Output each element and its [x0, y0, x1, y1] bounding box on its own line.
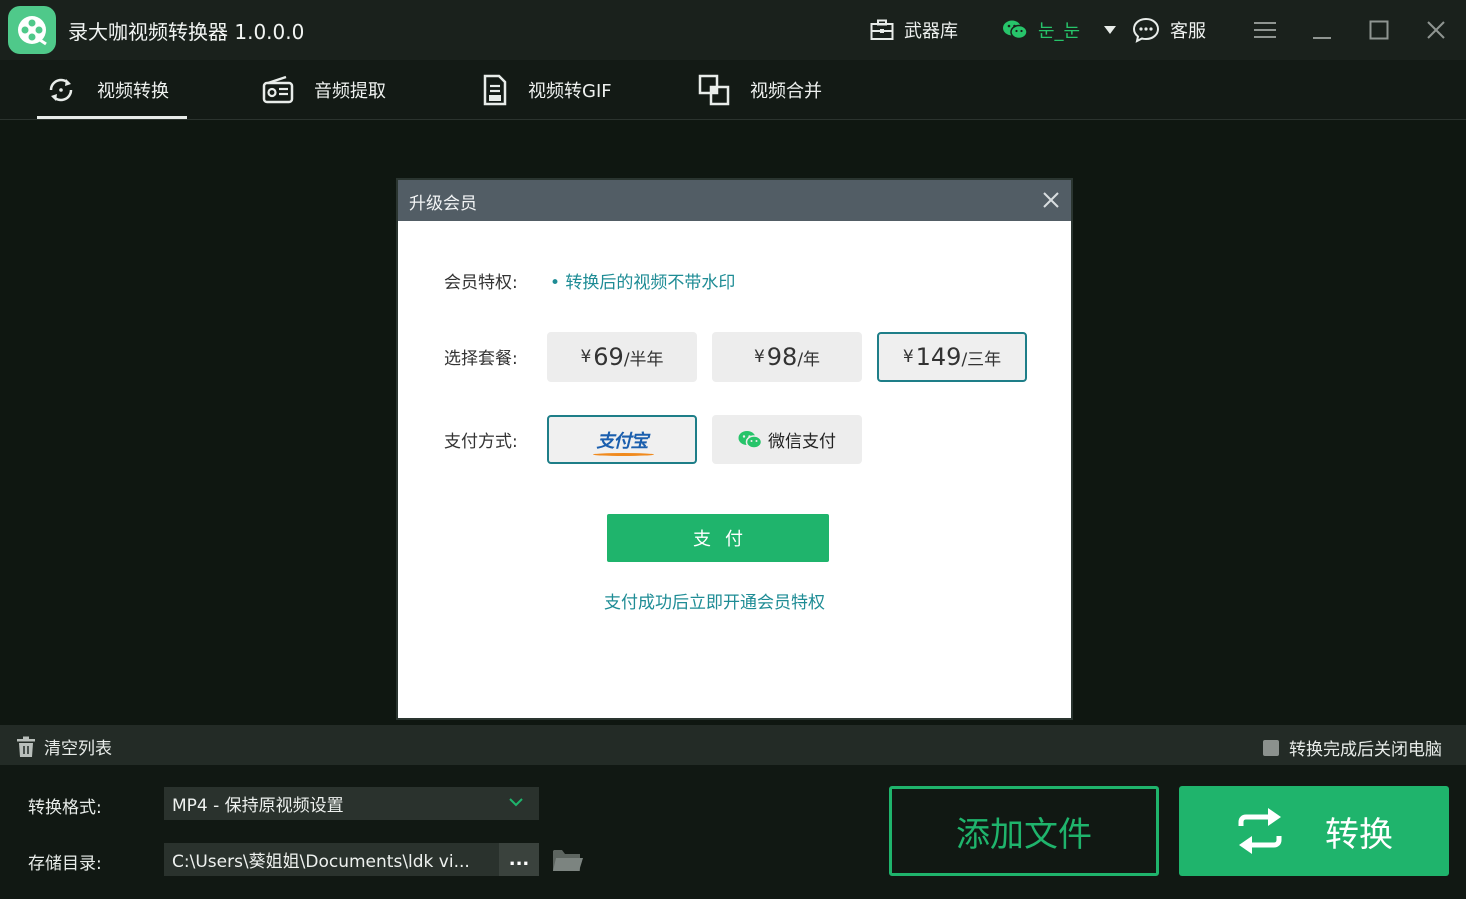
- maximize-icon: [1369, 20, 1389, 40]
- upgrade-dialog: 升级会员 会员特权: • 转换后的视频不带水印 选择套餐: ¥ 69 /半年 ¥…: [396, 178, 1073, 720]
- armory-button[interactable]: 武器库: [870, 16, 958, 44]
- payment-label-text: 微信支付: [768, 432, 836, 452]
- clear-list-button[interactable]: 清空列表: [16, 734, 112, 759]
- bottom-panel: 转换格式: MP4 - 保持原视频设置 存储目录: C:\Users\葵姐姐\D…: [0, 765, 1466, 899]
- directory-value: C:\Users\葵姐姐\Documents\ldk vi...: [172, 852, 470, 872]
- toolbox-icon: [870, 19, 894, 40]
- dialog-header: 升级会员: [398, 180, 1071, 221]
- username: 눈_눈: [1038, 21, 1081, 42]
- directory-input[interactable]: C:\Users\葵姐姐\Documents\ldk vi...: [164, 843, 499, 876]
- payment-alipay[interactable]: 支付宝: [547, 415, 697, 464]
- dialog-close-button[interactable]: [1041, 190, 1061, 210]
- plan-option-half-year[interactable]: ¥ 69 /半年: [547, 332, 697, 382]
- privilege-label: 会员特权:: [444, 273, 518, 293]
- chevron-down-icon: [509, 798, 523, 807]
- payment-label: 支付方式:: [444, 432, 518, 452]
- tab-audio-extract[interactable]: 音频提取: [262, 60, 386, 119]
- plan-price: 98: [766, 343, 798, 371]
- format-select[interactable]: MP4 - 保持原视频设置: [164, 787, 539, 820]
- open-folder-button[interactable]: [552, 847, 584, 877]
- plan-label: 选择套餐:: [444, 349, 518, 369]
- convert-button[interactable]: 转换: [1179, 786, 1449, 876]
- tab-video-convert[interactable]: 视频转换: [37, 60, 187, 119]
- currency-symbol: ¥: [902, 347, 914, 367]
- currency-symbol: ¥: [753, 347, 765, 367]
- plan-option-one-year[interactable]: ¥ 98 /年: [712, 332, 862, 382]
- radio-icon: [262, 75, 294, 103]
- wechat-icon: [1003, 20, 1028, 40]
- clear-list-label: 清空列表: [44, 739, 112, 759]
- plan-price: 149: [915, 343, 962, 371]
- plan-unit: /三年: [961, 349, 1002, 370]
- merge-icon: [698, 74, 730, 105]
- customer-service-button[interactable]: 客服: [1132, 16, 1206, 44]
- close-icon: [1427, 21, 1445, 39]
- list-toolbar: 清空列表 转换完成后关闭电脑: [0, 725, 1466, 765]
- format-value: MP4 - 保持原视频设置: [172, 796, 344, 816]
- title-bar: 录大咖视频转换器 1.0.0.0 武器库 눈_눈 客服: [0, 0, 1466, 60]
- payment-wechat[interactable]: 微信支付: [712, 415, 862, 464]
- currency-symbol: ¥: [580, 347, 592, 367]
- convert-label: 转换: [1325, 814, 1393, 855]
- tab-label: 视频合并: [750, 80, 822, 102]
- tab-label: 视频转换: [97, 80, 169, 102]
- plan-unit: /半年: [623, 349, 664, 370]
- app-title: 录大咖视频转换器 1.0.0.0: [68, 20, 305, 44]
- dialog-title: 升级会员: [409, 194, 477, 214]
- trash-icon: [17, 736, 35, 757]
- app-logo: [8, 6, 56, 54]
- chat-bubble-icon: [1132, 17, 1160, 43]
- shutdown-label: 转换完成后关闭电脑: [1289, 740, 1442, 760]
- plan-unit: /年: [797, 349, 821, 370]
- minimize-icon: [1313, 37, 1331, 39]
- account-dropdown-button[interactable]: [1104, 16, 1126, 44]
- menu-button[interactable]: [1249, 14, 1281, 46]
- feature-tabs: 视频转换 音频提取 视频转GIF 视频合并: [0, 60, 1466, 120]
- convert-icon: [49, 78, 73, 101]
- privilege-text: • 转换后的视频不带水印: [550, 273, 736, 293]
- caret-down-icon: [1104, 26, 1116, 34]
- tab-video-merge[interactable]: 视频合并: [698, 60, 822, 119]
- directory-label: 存储目录:: [28, 854, 102, 874]
- add-file-button[interactable]: 添加文件: [889, 786, 1159, 876]
- tab-label: 视频转GIF: [528, 80, 612, 102]
- folder-icon: [553, 850, 583, 871]
- alipay-logo: 支付宝: [592, 427, 654, 456]
- minimize-button[interactable]: [1306, 14, 1338, 46]
- wechat-pay-icon: [738, 430, 762, 449]
- pay-note: 支付成功后立即开通会员特权: [604, 593, 825, 613]
- tab-video-to-gif[interactable]: 视频转GIF: [482, 60, 612, 119]
- armory-label: 武器库: [904, 21, 958, 42]
- maximize-button[interactable]: [1363, 14, 1395, 46]
- plan-option-three-years[interactable]: ¥ 149 /三年: [877, 332, 1027, 382]
- tab-label: 音频提取: [314, 80, 386, 102]
- hamburger-icon: [1254, 22, 1276, 38]
- window-close-button[interactable]: [1420, 14, 1452, 46]
- plan-price: 69: [593, 343, 624, 371]
- format-label: 转换格式:: [28, 798, 102, 818]
- browse-button[interactable]: ...: [499, 843, 539, 876]
- swap-arrows-icon: [1238, 808, 1282, 854]
- customer-service-label: 客服: [1170, 21, 1206, 42]
- close-icon: [1043, 192, 1059, 208]
- shutdown-option[interactable]: 转换完成后关闭电脑: [1263, 735, 1442, 760]
- pay-button[interactable]: 支付: [607, 514, 829, 562]
- account-menu[interactable]: 눈_눈: [1002, 16, 1080, 44]
- document-icon: [483, 74, 507, 105]
- shutdown-checkbox[interactable]: [1263, 739, 1279, 756]
